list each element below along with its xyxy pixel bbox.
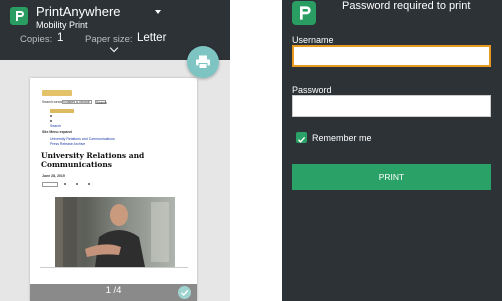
remember-me-checkbox[interactable] [296, 132, 307, 143]
password-field[interactable] [292, 95, 491, 117]
printer-icon [196, 55, 210, 69]
page-indicator: 1 /4 [105, 285, 122, 296]
preview-article-photo [55, 197, 175, 267]
print-fab-button[interactable] [187, 46, 219, 78]
preview-search-link: Search [50, 124, 62, 128]
paper-size-label: Paper size: [85, 34, 133, 45]
check-icon [298, 136, 306, 143]
preview-article-title: University Relations and Communications [41, 151, 145, 169]
list-bullet [50, 120, 52, 122]
preview-menu-heading: Site Menu expand [42, 130, 72, 134]
preview-share-item [88, 183, 90, 185]
check-icon[interactable] [178, 286, 191, 299]
paper-size-value[interactable]: Letter [137, 32, 166, 44]
username-label: Username [292, 35, 334, 45]
preview-divider [40, 267, 188, 268]
preview-link: Press Release Archive [50, 142, 86, 146]
papercut-p-icon [10, 7, 28, 25]
print-button[interactable]: PRINT [292, 164, 491, 190]
copies-label: Copies: [20, 34, 53, 45]
preview-share-box [42, 182, 58, 187]
username-field[interactable] [292, 45, 491, 67]
password-label: Password [292, 85, 332, 95]
caret-down-icon[interactable] [155, 10, 161, 14]
list-bullet [50, 115, 52, 117]
remember-me-label[interactable]: Remember me [312, 133, 372, 143]
preview-search-box [62, 100, 92, 104]
page-navigation-bar: 1 /4 [30, 284, 197, 301]
dialog-title: Password required to print [342, 0, 471, 12]
preview-share-item [64, 183, 66, 185]
preview-article-date: June 28, 2019 [42, 174, 65, 178]
papercut-p-icon [292, 1, 316, 25]
app-title: PrintAnywhere [36, 4, 121, 19]
secondary-logo [50, 109, 74, 113]
preview-link: University Relations and Communications [50, 137, 115, 141]
printer-name[interactable]: Mobility Print [36, 20, 88, 30]
copies-value[interactable]: 1 [57, 32, 63, 44]
preview-share-item [76, 183, 78, 185]
site-logo [42, 90, 72, 96]
preview-search-button: Search [95, 100, 108, 105]
